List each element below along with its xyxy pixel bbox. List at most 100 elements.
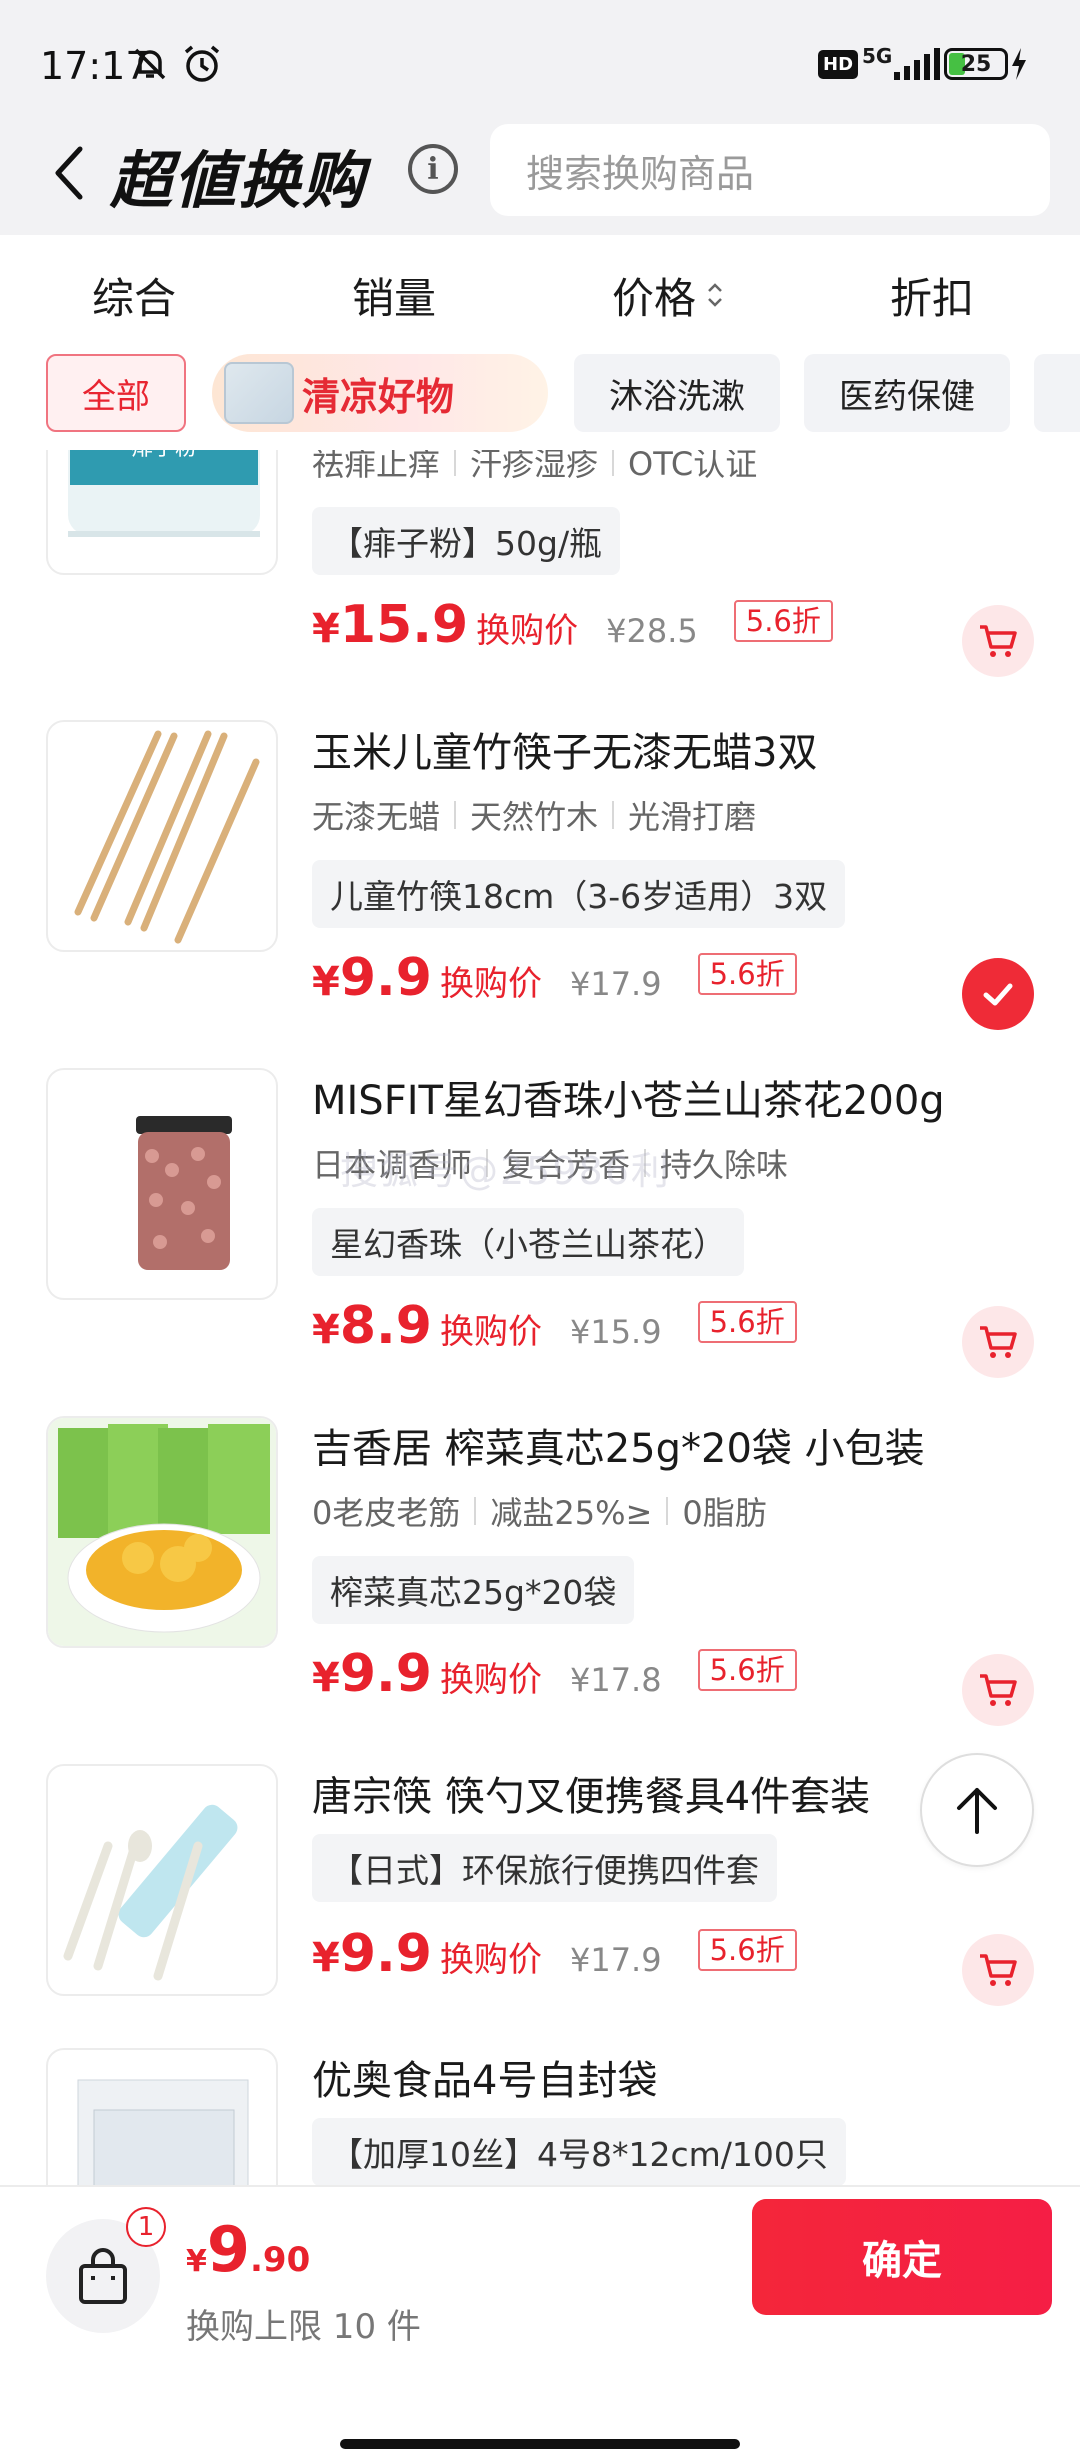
- sort-arrows-icon: [708, 283, 722, 307]
- page-title: 超値换购: [110, 144, 367, 217]
- sort-tab-comprehensive[interactable]: 综合: [92, 255, 176, 335]
- discount-badge: 5.6折: [697, 953, 797, 995]
- product-spec: 【加厚10丝】4号8*12cm/100只: [312, 2118, 846, 2185]
- hd-label: HD: [818, 49, 859, 79]
- original-price: ¥17.9: [569, 965, 662, 1003]
- product-title: MISFIT星幻香珠小苍兰山茶花200g: [312, 1078, 945, 1124]
- currency-symbol: ¥: [312, 1655, 340, 1701]
- currency-symbol: ¥: [312, 606, 340, 652]
- chip-all[interactable]: 全部: [46, 354, 186, 432]
- svg-text:痱子粉: 痱子粉: [131, 450, 197, 461]
- product-spec: 星幻香珠（小苍兰山茶花）: [312, 1208, 744, 1276]
- mute-bell-icon: [130, 44, 170, 84]
- cart-icon: [980, 1326, 1017, 1358]
- product-tags: 无漆无蜡 天然竹木 光滑打磨: [312, 792, 756, 838]
- product-spec: 【痱子粉】50g/瓶: [312, 507, 621, 575]
- price-row: ¥ 8.9 换购价 ¥15.9 5.6折: [312, 1296, 797, 1356]
- total-integer: 9: [206, 2213, 251, 2286]
- sort-tab-price[interactable]: 价格: [612, 255, 728, 335]
- tag: 光滑打磨: [628, 798, 757, 836]
- tag: OTC认证: [628, 450, 758, 483]
- total-decimal: .90: [250, 2240, 311, 2280]
- cart-icon: [980, 1954, 1017, 1986]
- chip-featured[interactable]: 清凉好物: [212, 354, 548, 432]
- list-item[interactable]: 痱子粉 祛痱止痒 汗疹湿疹 OTC认证 【痱子粉】50g/瓶 ¥ 15.9 换购…: [0, 450, 1080, 691]
- price-label: 换购价: [439, 1312, 542, 1352]
- info-icon[interactable]: i: [408, 144, 458, 194]
- home-indicator[interactable]: [340, 2439, 740, 2449]
- discount-badge: 5.6折: [697, 1929, 797, 1971]
- original-price: ¥17.8: [569, 1661, 662, 1699]
- chip-more[interactable]: [1034, 354, 1080, 432]
- hd-icon: HD: [818, 44, 859, 84]
- product-tags: 0老皮老筋 减盐25%≥ 0脂肪: [312, 1488, 767, 1534]
- search-placeholder: 搜索换购商品: [526, 151, 755, 196]
- back-to-top-button[interactable]: [920, 1753, 1034, 1867]
- tag: 持久除味: [660, 1146, 789, 1184]
- exchange-price: 9.9: [339, 1644, 432, 1704]
- list-item[interactable]: MISFIT星幻香珠小苍兰山茶花200g 日本调香师 复合芳香 持久除味 星幻香…: [0, 1068, 1080, 1416]
- back-button[interactable]: [40, 138, 100, 208]
- list-item[interactable]: 优奥食品4号自封袋 【加厚10丝】4号8*12cm/100只: [0, 2048, 1080, 2185]
- currency-symbol: ¥: [312, 959, 340, 1005]
- tag: 祛痱止痒: [312, 450, 441, 483]
- exchange-limit-text: 换购上限 10 件: [186, 2307, 421, 2347]
- product-spec: 【日式】环保旅行便携四件套: [312, 1834, 777, 1902]
- price-label: 换购价: [439, 964, 542, 1004]
- check-icon: [983, 983, 1013, 1006]
- watermark: 搜狐号@25986利: [340, 1149, 671, 1193]
- tag: 汗疹湿疹: [470, 450, 599, 483]
- alarm-icon: [180, 44, 224, 84]
- price-row: ¥ 9.9 换购价 ¥17.9 5.6折: [312, 948, 797, 1008]
- sort-tab-sales[interactable]: 销量: [352, 255, 436, 335]
- add-cart-button[interactable]: [962, 1654, 1034, 1726]
- exchange-price: 8.9: [339, 1296, 432, 1356]
- product-spec: 榨菜真芯25g*20袋: [312, 1556, 635, 1624]
- bottom-bar: 1 ¥ 9 .90 换购上限 10 件 确定: [0, 2185, 1080, 2460]
- search-input[interactable]: 搜索换购商品: [490, 124, 1050, 216]
- sort-tabs: 综合 销量 价格 折扣: [0, 235, 1080, 355]
- product-list: 痱子粉 祛痱止痒 汗疹湿疹 OTC认证 【痱子粉】50g/瓶 ¥ 15.9 换购…: [0, 450, 1080, 2185]
- chip-featured-label: 清凉好物: [302, 374, 455, 419]
- product-image: 痱子粉: [46, 450, 278, 575]
- price-row: ¥ 9.9 换购价 ¥17.8 5.6折: [312, 1644, 797, 1704]
- product-image: [46, 720, 278, 952]
- exchange-price: 9.9: [339, 1924, 432, 1984]
- add-cart-button[interactable]: [962, 605, 1034, 677]
- battery-level: 25: [960, 51, 992, 77]
- original-price: ¥17.9: [569, 1941, 662, 1979]
- list-item[interactable]: 玉米儿童竹筷子无漆无蜡3双 无漆无蜡 天然竹木 光滑打磨 儿童竹筷18cm（3-…: [0, 720, 1080, 1068]
- product-tags: 祛痱止痒 汗疹湿疹 OTC认证: [312, 450, 757, 485]
- confirm-button[interactable]: 确定: [752, 2199, 1052, 2315]
- original-price: ¥28.5: [606, 612, 698, 650]
- chip-bath[interactable]: 沐浴洗漱: [574, 354, 780, 432]
- discount-badge: 5.6折: [697, 1649, 797, 1691]
- battery-icon: 25: [944, 44, 1030, 84]
- product-image: [46, 1764, 278, 1996]
- price-label: 换购价: [439, 1660, 542, 1700]
- featured-thumbnail: [224, 362, 294, 424]
- tag: 天然竹木: [470, 798, 599, 836]
- bag-count-badge: 1: [126, 2207, 166, 2247]
- price-label: 换购价: [476, 611, 579, 651]
- exchange-price: 15.9: [339, 595, 469, 655]
- product-image: [46, 1416, 278, 1648]
- add-cart-button[interactable]: [962, 1934, 1034, 2006]
- sort-tab-price-label: 价格: [612, 273, 697, 323]
- discount-badge: 5.6折: [733, 600, 833, 642]
- add-cart-button[interactable]: [962, 1306, 1034, 1378]
- page-header: 超値换购 i 搜索换购商品: [0, 110, 1080, 235]
- selected-check-button[interactable]: [962, 958, 1034, 1030]
- list-item[interactable]: 吉香居 榨菜真芯25g*20袋 小包装 0老皮老筋 减盐25%≥ 0脂肪 榨菜真…: [0, 1416, 1080, 1764]
- price-row: ¥ 9.9 换购价 ¥17.9 5.6折: [312, 1924, 797, 1984]
- currency-symbol: ¥: [312, 1307, 340, 1353]
- price-row: ¥ 15.9 换购价 ¥28.5 5.6折: [312, 595, 833, 655]
- price-label: 换购价: [439, 1940, 542, 1980]
- chip-medicine[interactable]: 医药保健: [804, 354, 1010, 432]
- original-price: ¥15.9: [569, 1313, 662, 1351]
- sort-tab-discount[interactable]: 折扣: [890, 255, 974, 335]
- product-spec: 儿童竹筷18cm（3-6岁适用）3双: [312, 860, 846, 928]
- product-title: 玉米儿童竹筷子无漆无蜡3双: [312, 730, 818, 776]
- cart-icon: [980, 1674, 1017, 1706]
- tag: 0老皮老筋: [312, 1494, 461, 1532]
